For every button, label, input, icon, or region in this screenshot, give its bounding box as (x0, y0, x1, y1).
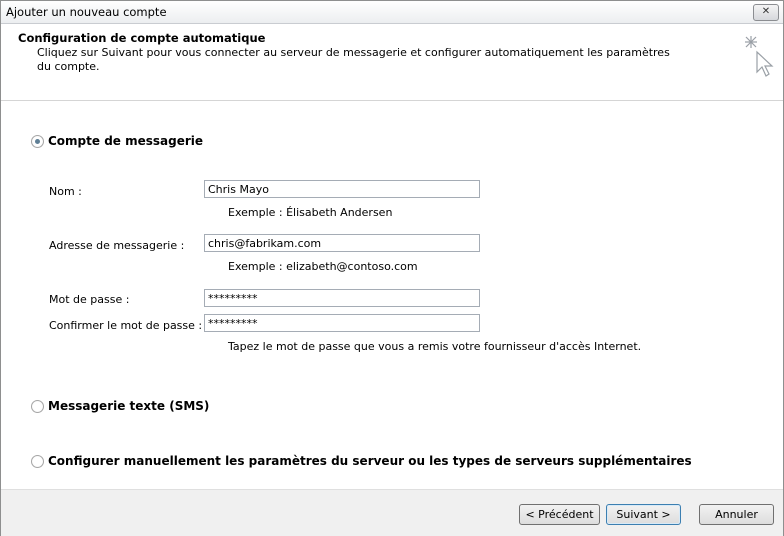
sms-radio[interactable] (31, 399, 44, 413)
page-title: Configuration de compte automatique (18, 31, 266, 45)
email-label: Adresse de messagerie : (49, 239, 185, 252)
sms-label: Messagerie texte (SMS) (48, 399, 210, 413)
wizard-header: Configuration de compte automatique Cliq… (1, 24, 783, 101)
name-example: Exemple : Élisabeth Andersen (228, 206, 393, 219)
manual-config-option[interactable]: Configurer manuellement les paramètres d… (31, 454, 692, 468)
page-description: Cliquez sur Suivant pour vous connecter … (37, 46, 670, 73)
password-hint: Tapez le mot de passe que vous a remis v… (228, 340, 642, 353)
sms-option[interactable]: Messagerie texte (SMS) (31, 399, 209, 413)
cursor-sparkle-icon (745, 36, 774, 77)
close-button[interactable]: ✕ (753, 4, 779, 21)
back-button[interactable]: < Précédent (519, 504, 600, 525)
title-bar: Ajouter un nouveau compte ✕ (1, 1, 783, 24)
manual-config-label: Configurer manuellement les paramètres d… (48, 454, 692, 468)
manual-config-radio[interactable] (31, 454, 44, 468)
email-field[interactable]: chris@fabrikam.com (204, 234, 480, 252)
email-account-radio[interactable] (31, 134, 44, 148)
password-label: Mot de passe : (49, 293, 130, 306)
email-account-label: Compte de messagerie (48, 134, 204, 148)
window-title: Ajouter un nouveau compte (6, 5, 167, 19)
password-field[interactable]: ********* (204, 289, 480, 307)
confirm-password-label: Confirmer le mot de passe : (49, 319, 203, 332)
button-bar: < Précédent Suivant > Annuler (1, 489, 783, 536)
name-label: Nom : (49, 185, 82, 198)
email-account-option[interactable]: Compte de messagerie (31, 134, 203, 148)
email-example: Exemple : elizabeth@contoso.com (228, 260, 418, 273)
cancel-button[interactable]: Annuler (699, 504, 774, 525)
add-account-dialog: Ajouter un nouveau compte ✕ Configuratio… (0, 0, 784, 536)
name-field[interactable]: Chris Mayo (204, 180, 480, 198)
next-button[interactable]: Suivant > (606, 504, 681, 525)
confirm-password-field[interactable]: ********* (204, 314, 480, 332)
